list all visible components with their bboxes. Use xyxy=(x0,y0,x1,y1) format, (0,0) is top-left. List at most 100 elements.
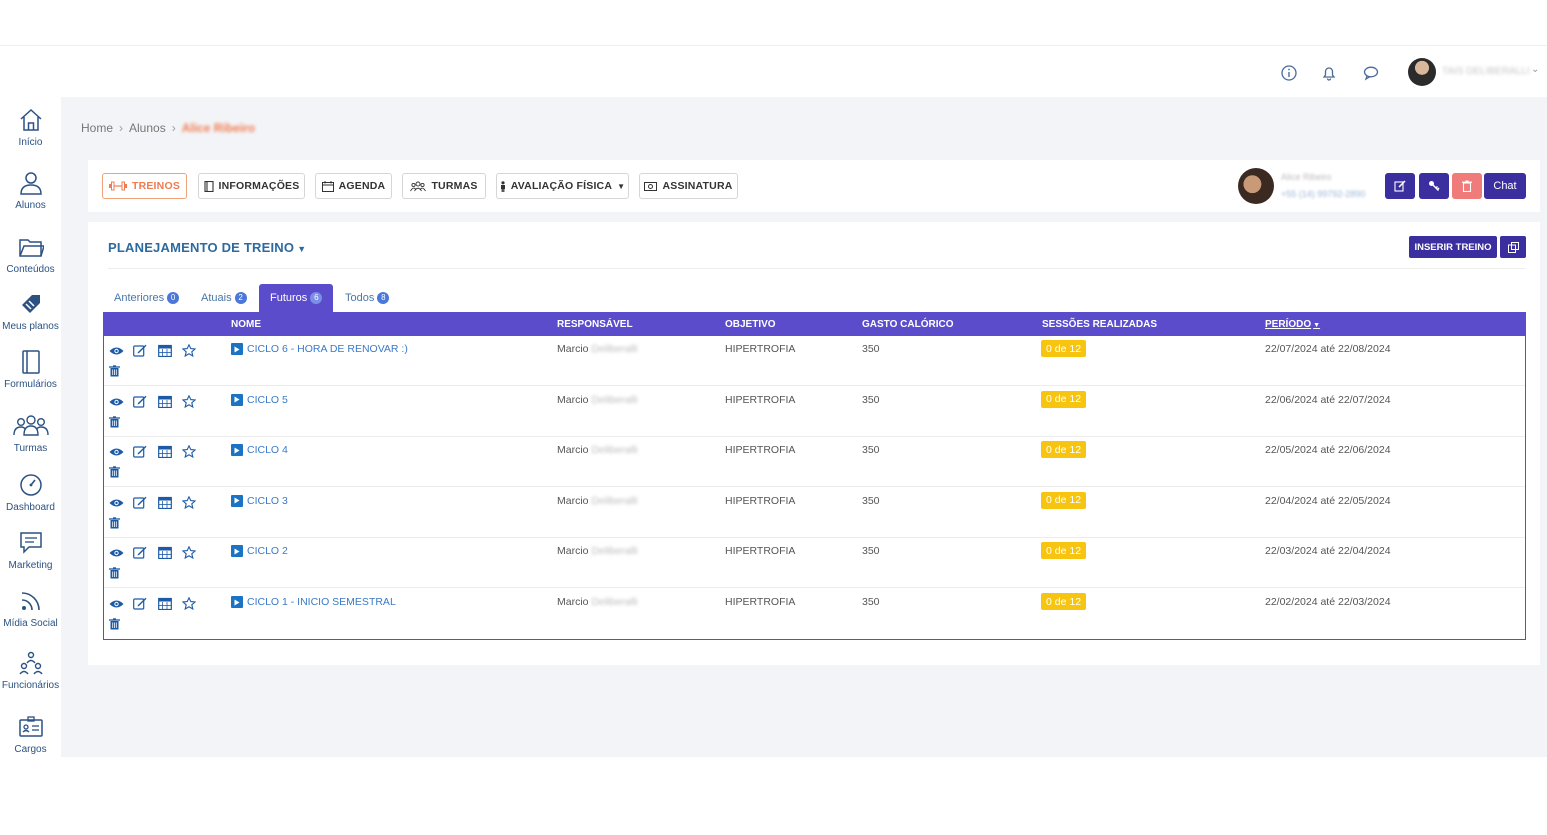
trash-icon[interactable] xyxy=(109,365,120,377)
star-icon[interactable] xyxy=(182,394,196,408)
eye-icon[interactable] xyxy=(109,397,124,407)
sidebar-item-label: Meus planos xyxy=(2,321,59,332)
chevron-right-icon: › xyxy=(119,121,124,135)
header-responsavel[interactable]: RESPONSÁVEL xyxy=(557,319,633,330)
tab-label: Atuais xyxy=(201,292,232,304)
tab-assinatura[interactable]: ASSINATURA xyxy=(639,173,738,199)
edit-icon[interactable] xyxy=(133,597,147,610)
tab-atuais[interactable]: Atuais 2 xyxy=(190,284,258,312)
trash-icon[interactable] xyxy=(109,466,120,478)
sidebar-item-dashboard[interactable]: Dashboard xyxy=(0,472,61,513)
sidebar: Início Alunos Conteúdos Meus planos Form… xyxy=(0,97,61,757)
sidebar-item-inicio[interactable]: Início xyxy=(0,107,61,148)
period: 22/05/2024 até 22/06/2024 xyxy=(1265,444,1391,457)
tab-label: INFORMAÇÕES xyxy=(218,180,300,192)
sidebar-item-marketing[interactable]: Marketing xyxy=(0,530,61,571)
sidebar-item-funcionarios[interactable]: Funcionários xyxy=(0,650,61,691)
calendar-icon[interactable] xyxy=(158,445,172,459)
objective: HIPERTROFIA xyxy=(725,596,796,608)
responsible-first: Marcio xyxy=(557,343,589,355)
training-name-link[interactable]: CICLO 4 xyxy=(231,444,288,457)
student-avatar xyxy=(1238,168,1274,204)
training-name-link[interactable]: CICLO 2 xyxy=(231,545,288,558)
key-button[interactable] xyxy=(1419,173,1449,199)
training-name-link[interactable]: CICLO 3 xyxy=(231,494,288,507)
star-icon[interactable] xyxy=(182,597,196,610)
eye-icon[interactable] xyxy=(109,346,124,356)
trash-icon[interactable] xyxy=(109,618,120,630)
tab-treinos[interactable]: TREINOS xyxy=(102,173,187,199)
calendar-icon[interactable] xyxy=(158,597,172,610)
tab-anteriores[interactable]: Anteriores 0 xyxy=(103,284,190,312)
breadcrumb-alunos[interactable]: Alunos xyxy=(129,121,166,135)
training-name: CICLO 5 xyxy=(247,393,288,406)
info-icon[interactable] xyxy=(1280,64,1298,82)
responsible-first: Marcio xyxy=(557,545,589,558)
eye-icon[interactable] xyxy=(109,599,124,609)
tab-avaliacao-fisica[interactable]: AVALIAÇÃO FÍSICA ▼ xyxy=(496,173,629,199)
user-icon xyxy=(19,172,42,195)
table-row: CICLO 4 Marcio Deliberalli HIPERTROFIA 35… xyxy=(104,437,1525,488)
header-gasto-calorico[interactable]: GASTO CALÓRICO xyxy=(862,319,953,330)
tab-futuros[interactable]: Futuros 6 xyxy=(259,284,334,312)
divider xyxy=(108,268,1526,269)
sidebar-item-alunos[interactable]: Alunos xyxy=(0,170,61,211)
play-icon xyxy=(231,545,243,558)
header-sessoes[interactable]: SESSÕES REALIZADAS xyxy=(1042,319,1157,330)
training-name: CICLO 1 - INICIO SEMESTRAL xyxy=(247,596,396,608)
star-icon[interactable] xyxy=(182,495,196,509)
header-nome[interactable]: NOME xyxy=(231,319,261,330)
count-badge: 8 xyxy=(377,292,390,304)
edit-icon[interactable] xyxy=(133,496,147,509)
eye-icon[interactable] xyxy=(109,447,124,457)
header-objetivo[interactable]: OBJETIVO xyxy=(725,319,776,330)
header-periodo[interactable]: PERÍODO ▼ xyxy=(1265,319,1320,330)
tab-informacoes[interactable]: INFORMAÇÕES xyxy=(198,173,305,199)
eye-icon[interactable] xyxy=(109,548,124,558)
tab-turmas[interactable]: TURMAS xyxy=(402,173,486,199)
tab-agenda[interactable]: AGENDA xyxy=(315,173,392,199)
planning-title-dropdown[interactable]: PLANEJAMENTO DE TREINO ▼ xyxy=(108,240,306,255)
calendar-icon[interactable] xyxy=(158,546,172,560)
star-icon[interactable] xyxy=(182,344,196,357)
sessions-badge: 0 de 12 xyxy=(1041,441,1087,459)
star-icon[interactable] xyxy=(182,546,196,560)
star-icon[interactable] xyxy=(182,445,196,459)
chevron-down-icon[interactable]: ⌄ xyxy=(1531,64,1539,75)
sidebar-item-midia-social[interactable]: Mídia Social xyxy=(0,588,61,629)
calendar-icon[interactable] xyxy=(158,395,172,408)
trash-icon[interactable] xyxy=(109,415,120,428)
trash-icon[interactable] xyxy=(109,517,120,529)
training-name-link[interactable]: CICLO 6 - HORA DE RENOVAR :) xyxy=(231,343,408,355)
trash-icon[interactable] xyxy=(109,567,120,579)
breadcrumb-home[interactable]: Home xyxy=(81,121,113,135)
user-avatar[interactable] xyxy=(1408,58,1436,86)
sidebar-item-formularios[interactable]: Formulários xyxy=(0,349,61,390)
calories: 350 xyxy=(862,343,880,355)
edit-icon[interactable] xyxy=(133,445,147,458)
tab-todos[interactable]: Todos 8 xyxy=(334,284,400,312)
eye-icon[interactable] xyxy=(109,498,124,508)
training-name-link[interactable]: CICLO 1 - INICIO SEMESTRAL xyxy=(231,596,396,608)
edit-icon[interactable] xyxy=(133,546,147,559)
copy-button[interactable] xyxy=(1500,236,1526,258)
delete-student-button[interactable] xyxy=(1452,173,1482,199)
calendar-icon[interactable] xyxy=(158,496,172,509)
bell-icon[interactable] xyxy=(1320,64,1338,82)
sidebar-item-conteudos[interactable]: Conteúdos xyxy=(0,234,61,275)
sidebar-item-cargos[interactable]: Cargos xyxy=(0,714,61,755)
edit-icon[interactable] xyxy=(133,344,147,357)
insert-training-button[interactable]: INSERIR TREINO xyxy=(1409,236,1497,258)
sidebar-item-meus-planos[interactable]: Meus planos xyxy=(0,291,61,332)
play-icon xyxy=(231,494,243,507)
user-name[interactable]: TAIS DELIBERALLI xyxy=(1442,66,1530,77)
sidebar-item-turmas[interactable]: Turmas xyxy=(0,413,61,454)
edit-student-button[interactable] xyxy=(1385,173,1415,199)
training-name-link[interactable]: CICLO 5 xyxy=(231,393,288,406)
home-icon xyxy=(19,108,42,131)
edit-icon[interactable] xyxy=(133,395,147,408)
period: 22/07/2024 até 22/08/2024 xyxy=(1265,343,1391,355)
chat-bubble-icon[interactable] xyxy=(1362,64,1380,82)
calendar-icon[interactable] xyxy=(158,344,172,357)
chat-button[interactable]: Chat xyxy=(1484,173,1526,199)
